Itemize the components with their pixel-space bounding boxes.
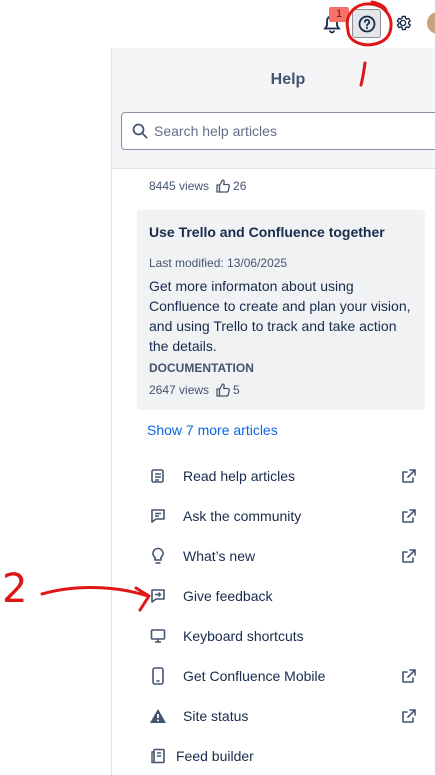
search-icon — [132, 123, 148, 139]
external-link-icon — [402, 509, 416, 523]
whats-new-link[interactable]: What’s new — [148, 541, 418, 571]
search-input[interactable]: Search help articles — [121, 112, 435, 150]
link-label: Site status — [183, 708, 249, 724]
views-count: 2647 views — [149, 383, 210, 397]
link-label: Get Confluence Mobile — [183, 668, 326, 684]
show-more-articles-link[interactable]: Show 7 more articles — [147, 422, 278, 438]
article-type: DOCUMENTATION — [149, 361, 254, 375]
thumbs-up-icon — [216, 383, 231, 397]
settings-button[interactable] — [390, 10, 416, 36]
site-status-link[interactable]: Site status — [148, 701, 418, 731]
ask-community-link[interactable]: Ask the community — [148, 501, 418, 531]
external-link-icon — [402, 669, 416, 683]
likes-count: 5 — [233, 383, 240, 397]
notification-count-badge: 1 — [329, 7, 349, 22]
help-panel-header: Help Search help articles — [112, 48, 435, 169]
keyboard-shortcuts-link[interactable]: Keyboard shortcuts — [148, 621, 418, 651]
feed-builder-link[interactable]: Feed builder — [148, 741, 418, 771]
top-navigation: 1 — [0, 0, 435, 48]
link-label: Give feedback — [183, 588, 273, 604]
gear-icon — [396, 15, 411, 31]
external-link-icon — [402, 549, 416, 563]
thumbs-up-icon — [216, 179, 231, 193]
feed-icon — [148, 746, 168, 766]
give-feedback-link[interactable]: Give feedback — [148, 581, 418, 611]
monitor-icon — [148, 626, 168, 646]
link-label: Read help articles — [183, 468, 296, 484]
lightbulb-icon — [148, 546, 168, 566]
help-button[interactable] — [352, 9, 381, 38]
external-link-icon — [402, 709, 416, 723]
help-icon — [358, 15, 375, 32]
warning-icon — [148, 706, 168, 726]
read-help-articles-link[interactable]: Read help articles — [148, 461, 418, 491]
feedback-icon — [148, 586, 168, 606]
likes-count: 26 — [233, 179, 247, 193]
article-meta-row: 2647 views 5 — [149, 382, 240, 398]
panel-title: Help — [270, 71, 306, 88]
link-label: Ask the community — [183, 508, 302, 524]
article-last-modified: Last modified: 13/06/2025 — [149, 256, 288, 270]
search-placeholder: Search help articles — [154, 123, 277, 139]
link-label: Keyboard shortcuts — [183, 628, 304, 644]
mobile-icon — [148, 666, 168, 686]
link-label: Feed builder — [176, 748, 254, 764]
book-icon — [148, 466, 168, 486]
article-description: Get more informaton about using Confluen… — [149, 278, 411, 354]
article-meta-row: 8445 views 26 — [149, 178, 246, 194]
views-count: 8445 views — [149, 179, 210, 193]
external-link-icon — [402, 469, 416, 483]
help-panel: Help Search help articles 8445 views 26 … — [111, 48, 435, 775]
link-label: What’s new — [183, 548, 256, 564]
get-confluence-mobile-link[interactable]: Get Confluence Mobile — [148, 661, 418, 691]
article-title[interactable]: Use Trello and Confluence together — [149, 224, 385, 240]
article-card[interactable]: Use Trello and Confluence together Last … — [137, 210, 425, 410]
comment-icon — [148, 506, 168, 526]
annotation-marker-2: 2 — [2, 566, 28, 612]
avatar[interactable] — [427, 12, 435, 34]
